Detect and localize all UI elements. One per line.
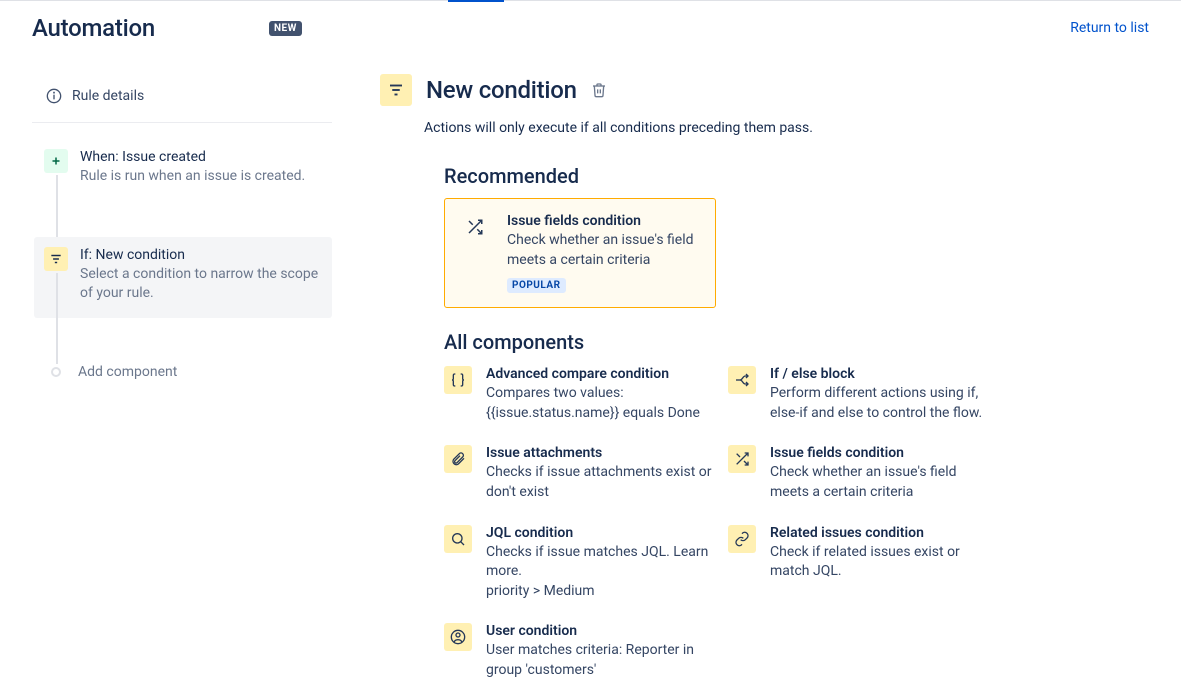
component-advanced-compare[interactable]: Advanced compare condition Compares two … — [444, 364, 714, 425]
plus-icon — [44, 149, 68, 173]
component-issue-fields[interactable]: Issue fields condition Check whether an … — [728, 443, 998, 504]
component-title: Issue attachments — [486, 445, 714, 461]
user-icon — [444, 623, 472, 651]
step-desc: Rule is run when an issue is created. — [80, 167, 322, 187]
rule-details-item[interactable]: Rule details — [32, 80, 332, 123]
attachment-icon — [444, 445, 472, 473]
new-badge: NEW — [269, 21, 302, 36]
recommended-card[interactable]: Issue fields condition Check whether an … — [444, 198, 716, 308]
component-title: Related issues condition — [770, 525, 998, 541]
component-related-issues[interactable]: Related issues condition Check if relate… — [728, 523, 998, 604]
branch-icon — [728, 366, 756, 394]
component-desc: Check whether an issue's field meets a c… — [507, 231, 699, 270]
step-title: When: Issue created — [80, 149, 322, 165]
popular-badge: POPULAR — [507, 278, 566, 293]
component-desc: Check whether an issue's field meets a c… — [770, 463, 998, 502]
component-title: User condition — [486, 623, 714, 639]
component-jql[interactable]: JQL condition Checks if issue matches JQ… — [444, 523, 714, 604]
component-desc: User matches criteria: Reporter in group… — [486, 641, 714, 680]
component-title: Issue fields condition — [770, 445, 998, 461]
link-icon — [728, 525, 756, 553]
shuffle-icon — [461, 213, 489, 241]
rule-details-label: Rule details — [72, 88, 144, 104]
rule-sidebar: Rule details When: Issue created Rule is… — [32, 50, 332, 683]
info-icon — [46, 88, 62, 104]
page-header: Automation NEW Return to list — [32, 10, 1149, 42]
detail-subtitle: Actions will only execute if all conditi… — [380, 120, 1149, 136]
component-title: Advanced compare condition — [486, 366, 714, 382]
page-title: Automation — [32, 14, 155, 42]
filter-icon — [44, 247, 68, 271]
component-if-else[interactable]: If / else block Perform different action… — [728, 364, 998, 425]
component-desc: Perform different actions using if, else… — [770, 384, 998, 423]
component-desc: Checks if issue matches JQL. Learn more.… — [486, 543, 714, 602]
recommended-heading: Recommended — [444, 164, 1149, 188]
return-to-list-link[interactable]: Return to list — [1070, 20, 1149, 36]
component-user-condition[interactable]: User condition User matches criteria: Re… — [444, 621, 714, 682]
circle-icon — [51, 367, 61, 377]
component-title: If / else block — [770, 366, 998, 382]
component-desc: Check if related issues exist or match J… — [770, 543, 998, 582]
braces-icon — [444, 366, 472, 394]
component-issue-attachments[interactable]: Issue attachments Checks if issue attach… — [444, 443, 714, 504]
detail-panel: New condition Actions will only execute … — [380, 50, 1149, 683]
all-components-heading: All components — [444, 330, 1149, 354]
component-desc: Checks if issue attachments exist or don… — [486, 463, 714, 502]
shuffle-icon — [728, 445, 756, 473]
step-desc: Select a condition to narrow the scope o… — [80, 265, 322, 304]
trigger-step[interactable]: When: Issue created Rule is run when an … — [34, 139, 332, 201]
step-title: If: New condition — [80, 247, 322, 263]
condition-step[interactable]: If: New condition Select a condition to … — [34, 237, 332, 318]
add-component-label: Add component — [78, 364, 177, 380]
filter-icon — [380, 74, 412, 106]
search-icon — [444, 525, 472, 553]
component-title: Issue fields condition — [507, 213, 699, 229]
add-component-button[interactable]: Add component — [34, 354, 332, 390]
component-title: JQL condition — [486, 525, 714, 541]
detail-title: New condition — [426, 76, 577, 104]
component-desc: Compares two values: {{issue.status.name… — [486, 384, 714, 423]
trash-icon[interactable] — [591, 82, 607, 98]
